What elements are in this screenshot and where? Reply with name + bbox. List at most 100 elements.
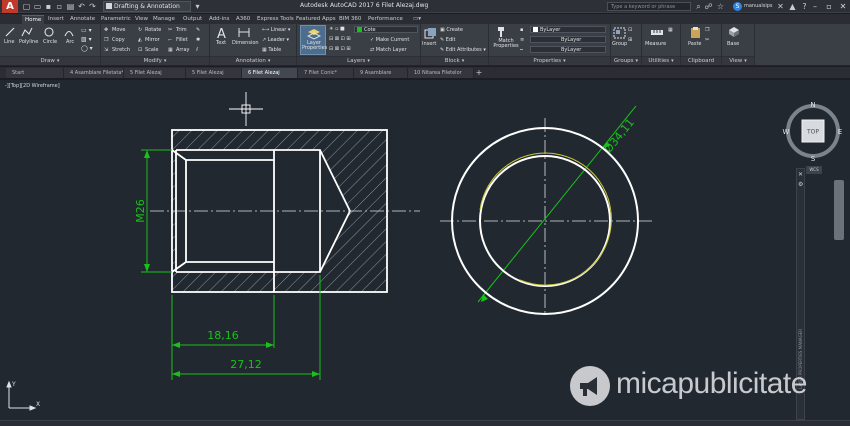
tab-performance[interactable]: Performance xyxy=(368,15,403,24)
linear-button[interactable]: ⟷ Linear ▾ xyxy=(262,27,290,33)
measure-button[interactable]: Measure xyxy=(645,41,666,47)
file-tab[interactable]: 5 Filet Alezaj xyxy=(186,68,242,78)
close-icon[interactable]: ✕ xyxy=(798,171,803,178)
make-current-button[interactable]: ✓ Make Current xyxy=(370,37,409,43)
linetype-dropdown[interactable]: ByLayer xyxy=(530,46,606,53)
text-button[interactable]: Text xyxy=(216,40,226,46)
communication-icon[interactable]: ☍ xyxy=(704,2,713,11)
hatch-icon[interactable]: ▨ ▾ xyxy=(81,36,92,43)
wcs-menu[interactable]: WCS xyxy=(806,166,822,174)
redo-icon[interactable]: ↷ xyxy=(88,2,97,11)
fillet-button[interactable]: Fillet xyxy=(176,37,188,43)
search-input[interactable]: Type a keyword or phrase xyxy=(607,2,691,11)
chevron-down-icon[interactable]: ▾ xyxy=(193,2,202,11)
block-panel-title[interactable]: Block ▾ xyxy=(421,56,488,65)
dimension-button[interactable]: Dimension xyxy=(232,40,259,46)
groups-panel-title[interactable]: Groups ▾ xyxy=(611,56,641,65)
exchange-icon[interactable]: ✕ xyxy=(776,2,785,11)
user-avatar[interactable]: S xyxy=(733,2,742,11)
close-button[interactable]: ✕ xyxy=(836,0,850,13)
line-icon[interactable] xyxy=(5,27,15,37)
stretch-button[interactable]: Stretch xyxy=(112,47,130,53)
view-panel-title[interactable]: View ▾ xyxy=(722,56,754,65)
color-dropdown[interactable]: ByLayer xyxy=(530,26,606,33)
group-edit-icon[interactable]: ⊞ xyxy=(628,37,632,43)
calculator-icon[interactable]: ▦ xyxy=(668,27,673,33)
tab-a360[interactable]: A360 xyxy=(236,15,250,24)
match-properties-button[interactable]: Match Properties xyxy=(492,39,520,49)
compass-north[interactable]: N xyxy=(810,101,815,109)
offset-icon[interactable]: ⫽ xyxy=(196,47,198,53)
layer-properties-button[interactable]: Layer Properties xyxy=(300,25,327,55)
settings-icon[interactable]: ⚙ xyxy=(798,181,803,188)
edit-attributes-button[interactable]: ✎ Edit Attributes ▾ xyxy=(440,47,486,53)
insert-block-icon[interactable] xyxy=(424,27,437,39)
polyline-icon[interactable] xyxy=(21,27,33,37)
table-button[interactable]: ▦ Table xyxy=(262,47,281,53)
a360-icon[interactable]: ▲ xyxy=(788,2,797,11)
line-button[interactable]: Line xyxy=(4,39,14,45)
paste-button[interactable]: Paste xyxy=(688,41,702,47)
draw-panel-title[interactable]: Draw ▾ xyxy=(0,56,100,65)
file-tab[interactable]: 9 Asamblare xyxy=(354,68,408,78)
ribbon-options-icon[interactable]: ▭▾ xyxy=(413,15,421,24)
annotation-panel-title[interactable]: Annotation ▾ xyxy=(210,56,296,65)
layer-dropdown[interactable]: Cote xyxy=(354,26,418,33)
match-layer-button[interactable]: ⇄ Match Layer xyxy=(370,47,407,53)
circle-icon[interactable] xyxy=(44,27,54,37)
maximize-button[interactable]: ▫ xyxy=(822,0,836,13)
modify-panel-title[interactable]: Modify ▾ xyxy=(101,56,209,65)
tab-featured-apps[interactable]: Featured Apps xyxy=(296,15,336,24)
username-label[interactable]: manualsips xyxy=(744,3,773,9)
tab-annotate[interactable]: Annotate xyxy=(70,15,95,24)
file-tab-active[interactable]: 6 Filet Alezaj xyxy=(242,68,298,78)
viewcube[interactable]: TOP N S E W xyxy=(782,100,844,162)
application-menu-button[interactable]: A xyxy=(2,0,18,13)
file-tab[interactable]: 4 Asamblare Filetata* xyxy=(64,68,124,78)
save-as-icon[interactable]: ▫ xyxy=(55,2,64,11)
plot-icon[interactable]: ▤ xyxy=(66,2,75,11)
minimize-button[interactable]: – xyxy=(808,0,822,13)
polyline-button[interactable]: Polyline xyxy=(19,39,38,45)
compass-east[interactable]: E xyxy=(838,128,842,136)
base-button[interactable]: Base xyxy=(727,41,739,47)
tab-express-tools[interactable]: Express Tools xyxy=(257,15,294,24)
trim-button[interactable]: Trim xyxy=(176,27,187,33)
new-tab-button[interactable]: + xyxy=(474,68,484,78)
file-tab-start[interactable]: Start xyxy=(6,68,64,78)
mirror-button[interactable]: Mirror xyxy=(145,37,160,43)
file-tab[interactable]: 10 Nitarea Filetelor xyxy=(408,68,474,78)
scale-button[interactable]: Scale xyxy=(145,47,158,53)
copy-button[interactable]: Copy xyxy=(112,37,125,43)
explode-icon[interactable]: ✱ xyxy=(196,37,200,43)
paste-icon[interactable] xyxy=(690,26,702,39)
layer-tools-row-1[interactable]: ⊟ ⊠ ⊡ ⊞ xyxy=(329,36,351,42)
lineweight-dropdown[interactable]: ByLayer xyxy=(530,36,606,43)
arc-button[interactable]: Arc xyxy=(66,39,74,45)
create-block-button[interactable]: ▣ Create xyxy=(440,27,463,33)
rectangle-icon[interactable]: ▭ ▾ xyxy=(81,27,92,34)
boundary-icon[interactable]: ◯ ▾ xyxy=(81,45,93,52)
insert-button[interactable]: Insert xyxy=(422,41,436,47)
tab-output[interactable]: Output xyxy=(183,15,202,24)
cut-icon[interactable]: ✂ xyxy=(705,37,709,43)
layer-tools-row-2[interactable]: ⊟ ⊠ ⊡ ⊞ xyxy=(329,46,351,52)
group-button[interactable]: Group xyxy=(612,41,627,47)
file-tab[interactable]: 5 Filet Alezaj xyxy=(124,68,186,78)
erase-icon[interactable]: ✎ xyxy=(196,27,200,33)
tab-view[interactable]: View xyxy=(135,15,148,24)
tab-parametric[interactable]: Parametric xyxy=(101,15,131,24)
file-tab[interactable]: 7 Filet Conic* xyxy=(298,68,354,78)
leader-button[interactable]: ↗ Leader ▾ xyxy=(262,37,289,43)
star-icon[interactable]: ☆ xyxy=(716,2,725,11)
compass-south[interactable]: S xyxy=(811,155,816,162)
tab-manage[interactable]: Manage xyxy=(153,15,175,24)
clipboard-panel-title[interactable]: Clipboard xyxy=(681,56,721,65)
move-button[interactable]: Move xyxy=(112,27,125,33)
circle-button[interactable]: Circle xyxy=(43,39,57,45)
dimension-icon[interactable] xyxy=(238,27,250,38)
base-view-icon[interactable] xyxy=(728,26,740,38)
rotate-button[interactable]: Rotate xyxy=(145,27,161,33)
match-properties-icon[interactable] xyxy=(497,26,509,38)
undo-icon[interactable]: ↶ xyxy=(77,2,86,11)
